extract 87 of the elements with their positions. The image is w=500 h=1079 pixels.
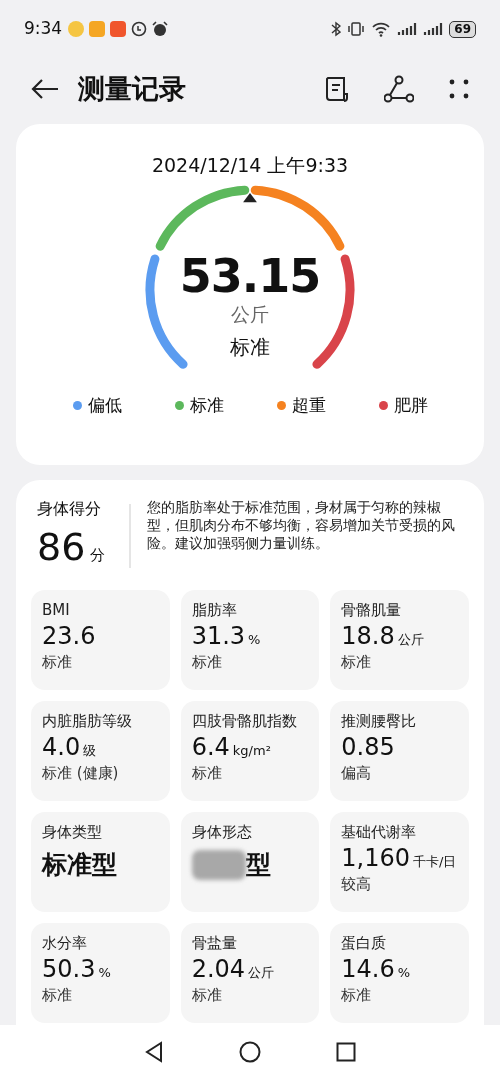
legend-label: 肥胖: [393, 394, 428, 417]
metric-rating: 标准: [191, 985, 223, 1006]
weight-value: 53.15: [179, 250, 321, 302]
metric-label: 推测腰臀比: [341, 711, 418, 731]
alarm-icon: [152, 21, 169, 37]
wifi-icon: [371, 21, 392, 37]
metric-card[interactable]: 骨骼肌量 18.8 公斤 标准: [330, 590, 469, 690]
metric-rating: 偏高: [341, 763, 373, 784]
metric-rating: 较高: [341, 874, 373, 895]
metric-label: 水分率: [42, 933, 88, 953]
metric-value: 标准型: [42, 849, 117, 881]
metric-rating: 标准: [42, 985, 73, 1006]
metric-value: 4.0: [42, 732, 81, 762]
battery-level: 69: [449, 20, 476, 38]
metric-value: 23.6: [42, 621, 96, 651]
metric-label: 内脏脂肪等级: [42, 711, 133, 731]
metric-label: 基础代谢率: [341, 822, 418, 842]
bluetooth-icon: [331, 21, 342, 37]
metric-value: 31.3: [191, 621, 246, 651]
score-value: 86: [37, 526, 86, 568]
metric-unit: %: [397, 964, 411, 982]
metric-unit: %: [248, 631, 261, 649]
metric-rating: 标准: [42, 652, 73, 673]
share-icon[interactable]: [384, 75, 414, 103]
gauge-marker: [243, 193, 257, 203]
app-notification-icon: [89, 21, 106, 37]
metric-label: 身体形态: [191, 822, 253, 842]
metric-rating: 标准 (健康): [42, 763, 120, 784]
score-label: 身体得分: [37, 498, 102, 520]
metric-unit: kg/m²: [232, 742, 271, 760]
metric-card[interactable]: 内脏脂肪等级 4.0 级 标准 (健康): [31, 701, 170, 801]
signal-icon: [423, 21, 444, 37]
score-unit: 分: [90, 544, 106, 566]
metric-unit: 千卡/日: [413, 853, 457, 871]
metric-value: 6.4: [191, 732, 230, 762]
weight-rating: 标准: [230, 334, 270, 360]
metric-label: 骨骼肌量: [341, 600, 403, 620]
metric-rating: 标准: [191, 763, 223, 784]
metric-label: 四肢骨骼肌指数: [191, 711, 298, 731]
metric-rating: 标准: [341, 652, 373, 673]
metric-card[interactable]: 推测腰臀比 0.85 偏高: [330, 701, 469, 801]
metric-value: 18.8: [341, 621, 395, 651]
weight-unit: 公斤: [231, 302, 269, 326]
metric-card[interactable]: 蛋白质 14.6% 标准: [330, 923, 469, 1023]
back-nav-icon[interactable]: [144, 1041, 164, 1063]
recents-nav-icon[interactable]: [336, 1042, 356, 1062]
metric-value: 1,160: [341, 843, 411, 873]
metric-label: BMI: [42, 600, 71, 620]
metric-value: 2.04: [191, 954, 246, 984]
home-nav-icon[interactable]: [239, 1041, 261, 1063]
metric-label: 脂肪率: [191, 600, 238, 620]
signal-icon: [397, 21, 418, 37]
app-notification-icon: [68, 21, 85, 37]
app-notification-icon: [110, 21, 127, 37]
metric-card[interactable]: 水分率 50.3% 标准: [31, 923, 170, 1023]
back-arrow-icon[interactable]: [30, 78, 60, 100]
metric-card[interactable]: 基础代谢率 1,160 千卡/日 较高: [330, 812, 469, 912]
metric-rating: 标准: [341, 985, 373, 1006]
document-icon[interactable]: [324, 75, 350, 103]
metric-rating: 标准: [191, 652, 223, 673]
metric-label: 蛋白质: [341, 933, 388, 953]
metric-label: 身体类型: [42, 822, 103, 842]
legend-label: 标准: [189, 394, 224, 417]
metric-card[interactable]: 身体类型 标准型: [31, 812, 170, 912]
measurement-datetime: 2024/12/14 上午9:33: [151, 153, 349, 177]
clock-badge-icon: [131, 21, 148, 37]
metric-card[interactable]: 骨盐量 2.04 公斤 标准: [180, 923, 320, 1023]
more-icon[interactable]: [448, 78, 470, 100]
metric-unit: %: [98, 964, 111, 982]
metric-value: 50.3: [42, 954, 96, 984]
metric-unit: 公斤: [248, 964, 275, 982]
vibrate-icon: [347, 21, 366, 37]
metric-card[interactable]: 身体形态 型: [180, 812, 320, 912]
metric-value: 型: [245, 849, 271, 881]
metric-unit: 公斤: [397, 631, 424, 649]
metric-label: 骨盐量: [191, 933, 238, 953]
metric-card[interactable]: 四肢骨骼肌指数 6.4 kg/m² 标准: [180, 701, 320, 801]
legend-label: 超重: [291, 394, 326, 417]
metric-value: 0.85: [341, 732, 395, 762]
metric-value: 14.6: [341, 954, 395, 984]
status-time: 9:34: [24, 17, 63, 41]
metric-card[interactable]: BMI 23.6 标准: [31, 590, 170, 690]
metric-unit: 级: [83, 742, 97, 760]
metric-card[interactable]: 脂肪率 31.3% 标准: [180, 590, 320, 690]
page-title: 测量记录: [78, 71, 186, 106]
score-comment: 您的脂肪率处于标准范围，身材属于匀称的辣椒型，但肌肉分布不够均衡，容易增加关节受损的风险。建议加强弱侧力量训练。: [147, 498, 456, 553]
legend-label: 偏低: [87, 394, 122, 417]
